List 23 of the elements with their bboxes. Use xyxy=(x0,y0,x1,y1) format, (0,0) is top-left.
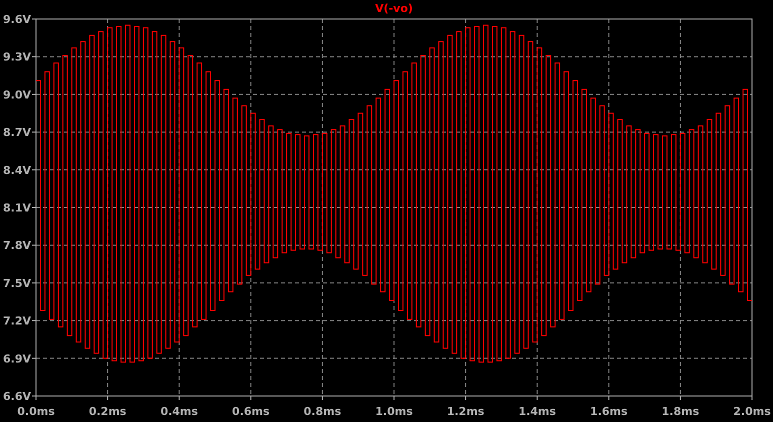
y-tick-label: 8.7V xyxy=(3,126,31,140)
x-tick-label: 2.0ms xyxy=(733,405,771,418)
y-tick-label: 7.8V xyxy=(3,239,31,252)
y-tick-label: 6.6V xyxy=(3,390,31,403)
y-tick-label: 6.9V xyxy=(3,352,31,366)
y-tick-label: 8.1V xyxy=(3,202,31,214)
x-tick-label: 0.6ms xyxy=(232,405,270,418)
x-tick-label: 1.8ms xyxy=(662,405,700,418)
x-tick-label: 1.2ms xyxy=(446,405,484,418)
y-tick-label: 9.0V xyxy=(3,88,31,102)
x-tick-label: 0.0ms xyxy=(17,405,55,418)
x-tick-label: 0.8ms xyxy=(304,405,342,418)
y-tick-label: 7.2V xyxy=(3,314,31,328)
x-tick-label: 1.4ms xyxy=(518,405,556,418)
y-tick-label: 9.6V xyxy=(3,13,31,26)
y-tick-label: 8.4V xyxy=(3,164,31,177)
x-tick-label: 0.4ms xyxy=(160,405,198,418)
x-tick-label: 0.2ms xyxy=(88,405,126,418)
x-tick-label: 1.0ms xyxy=(375,405,413,418)
y-tick-label: 9.3V xyxy=(3,50,31,64)
y-tick-label: 7.5V xyxy=(3,276,31,290)
x-tick-label: 1.6ms xyxy=(590,405,628,418)
trace-label: V(-vo) xyxy=(375,2,413,15)
